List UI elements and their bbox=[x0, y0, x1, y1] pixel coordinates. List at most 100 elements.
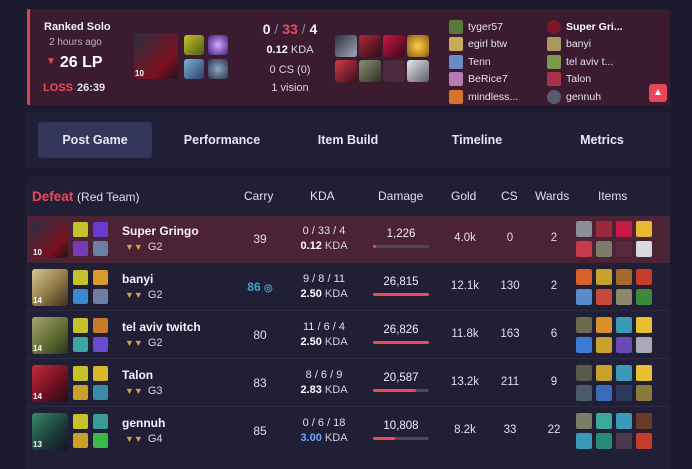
item-icon[interactable] bbox=[576, 433, 592, 449]
item-icon[interactable] bbox=[616, 289, 632, 305]
item-icon[interactable] bbox=[576, 289, 592, 305]
item-icon[interactable] bbox=[576, 241, 592, 257]
champion-level: 14 bbox=[33, 392, 42, 401]
item-icon[interactable] bbox=[576, 385, 592, 401]
item-icon[interactable] bbox=[636, 289, 652, 305]
damage-bar-fill bbox=[373, 341, 429, 344]
rank-text: G2 bbox=[147, 337, 163, 349]
kda-suffix: KDA bbox=[324, 336, 348, 348]
summoner-spell-icon bbox=[73, 318, 88, 333]
item-icon[interactable] bbox=[616, 221, 632, 237]
champion-icon bbox=[547, 37, 561, 52]
deaths: 33 bbox=[282, 21, 298, 37]
damage-value: 1,226 bbox=[386, 228, 416, 240]
item-icon[interactable] bbox=[596, 365, 612, 381]
item-icon[interactable] bbox=[636, 241, 652, 257]
item-icon[interactable] bbox=[596, 385, 612, 401]
team-player[interactable]: tel aviv t... bbox=[547, 53, 623, 71]
player-name: tyger57 bbox=[468, 20, 504, 33]
item-icon[interactable] bbox=[636, 337, 652, 353]
champion-icon bbox=[449, 89, 463, 104]
gold-crest-icon: ▼▼ bbox=[125, 386, 143, 396]
team-player[interactable]: Tenn bbox=[449, 53, 518, 71]
player-name[interactable]: gennuh bbox=[122, 416, 165, 430]
item-icon bbox=[359, 35, 381, 57]
tab-post-game[interactable]: Post Game bbox=[38, 122, 152, 158]
item-icon[interactable] bbox=[576, 221, 592, 237]
item-icon[interactable] bbox=[596, 433, 612, 449]
match-summary-card[interactable]: Ranked Solo 2 hours ago ▼ 26 LP LOSS 26:39… bbox=[27, 9, 670, 105]
item-icon[interactable] bbox=[576, 317, 592, 333]
item-set bbox=[576, 269, 658, 307]
item-icon[interactable] bbox=[636, 269, 652, 285]
player-rank: ▼▼ G2 bbox=[125, 337, 163, 349]
table-row[interactable]: 13 gennuh ▼▼ G4 85 0 / 6 / 18 3.00 KDA 10… bbox=[27, 408, 670, 455]
item-icon[interactable] bbox=[636, 433, 652, 449]
item-icon[interactable] bbox=[576, 413, 592, 429]
trinket-icon[interactable] bbox=[636, 317, 652, 333]
item-icon[interactable] bbox=[596, 241, 612, 257]
item-icon[interactable] bbox=[596, 413, 612, 429]
summoner-spell-icon bbox=[73, 270, 88, 285]
team-player[interactable]: BeRice7 bbox=[449, 71, 518, 89]
kda-suffix: KDA bbox=[324, 288, 348, 300]
trinket-icon[interactable] bbox=[636, 221, 652, 237]
player-name[interactable]: Super Gringo bbox=[122, 224, 199, 238]
row-divider bbox=[27, 406, 670, 407]
table-row[interactable]: 14 tel aviv twitch ▼▼ G2 80 11 / 6 / 4 2.… bbox=[27, 312, 670, 359]
tab-timeline[interactable]: Timeline bbox=[432, 122, 522, 158]
item-icon[interactable] bbox=[596, 317, 612, 333]
summoner-spell-icon bbox=[73, 366, 88, 381]
player-name[interactable]: Talon bbox=[122, 368, 153, 382]
item-icon[interactable] bbox=[636, 413, 652, 429]
item-icon[interactable] bbox=[616, 317, 632, 333]
tab-performance[interactable]: Performance bbox=[167, 122, 277, 158]
item-icon[interactable] bbox=[596, 269, 612, 285]
item-icon[interactable] bbox=[576, 365, 592, 381]
item-icon[interactable] bbox=[576, 269, 592, 285]
empty-item-slot bbox=[616, 433, 632, 449]
team-player[interactable]: mindless... bbox=[449, 88, 518, 106]
match-duration: 26:39 bbox=[76, 82, 106, 94]
item-icon[interactable] bbox=[616, 269, 632, 285]
rank-text: G2 bbox=[147, 241, 163, 253]
collapse-button[interactable]: ▲ bbox=[649, 84, 667, 102]
player-name: egirl btw bbox=[468, 38, 508, 51]
team-player[interactable]: egirl btw bbox=[449, 36, 518, 54]
carry-score: 83 bbox=[253, 376, 267, 390]
carry-score: 80 bbox=[253, 328, 267, 342]
team-player[interactable]: banyi bbox=[547, 36, 623, 54]
tab-metrics[interactable]: Metrics bbox=[562, 122, 642, 158]
scoreboard-table: Defeat (Red Team) Carry KDA Damage Gold … bbox=[27, 177, 670, 469]
item-icon[interactable] bbox=[616, 413, 632, 429]
player-name[interactable]: tel aviv twitch bbox=[122, 320, 201, 334]
item-icon[interactable] bbox=[636, 385, 652, 401]
team-player[interactable]: Talon bbox=[547, 71, 623, 89]
item-icon[interactable] bbox=[596, 337, 612, 353]
trinket-icon[interactable] bbox=[636, 365, 652, 381]
item-icon[interactable] bbox=[576, 337, 592, 353]
player-name: Tenn bbox=[468, 55, 491, 68]
champion-icon bbox=[547, 89, 561, 104]
match-time-ago: 2 hours ago bbox=[49, 37, 102, 48]
table-row[interactable]: 10 Super Gringo ▼▼ G2 39 0 / 33 / 4 0.12 … bbox=[27, 216, 670, 263]
item-icon[interactable] bbox=[616, 365, 632, 381]
item-icon[interactable] bbox=[616, 385, 632, 401]
team-player[interactable]: tyger57 bbox=[449, 18, 518, 36]
item-icon[interactable] bbox=[616, 337, 632, 353]
champion-icon bbox=[449, 54, 463, 69]
team-player[interactable]: Super Gri... bbox=[547, 18, 623, 36]
damage-bar bbox=[373, 389, 429, 392]
tab-item-build[interactable]: Item Build bbox=[299, 122, 397, 158]
secondary-rune-icon bbox=[208, 59, 228, 79]
vision-score: 1 vision bbox=[271, 82, 309, 94]
col-items: Items bbox=[598, 189, 628, 203]
player-name[interactable]: banyi bbox=[122, 272, 153, 286]
kda-score: 0 / 33 / 4 bbox=[262, 21, 318, 37]
item-icon[interactable] bbox=[596, 289, 612, 305]
lp-change: ▼ 26 LP bbox=[46, 54, 103, 72]
team-player[interactable]: gennuh bbox=[547, 88, 623, 106]
table-row[interactable]: 14 Talon ▼▼ G3 83 8 / 6 / 9 2.83 KDA 20,5… bbox=[27, 360, 670, 407]
item-icon[interactable] bbox=[596, 221, 612, 237]
table-row[interactable]: 14 banyi ▼▼ G2 86 ◎ 9 / 8 / 11 2.50 KDA 2… bbox=[27, 264, 670, 311]
